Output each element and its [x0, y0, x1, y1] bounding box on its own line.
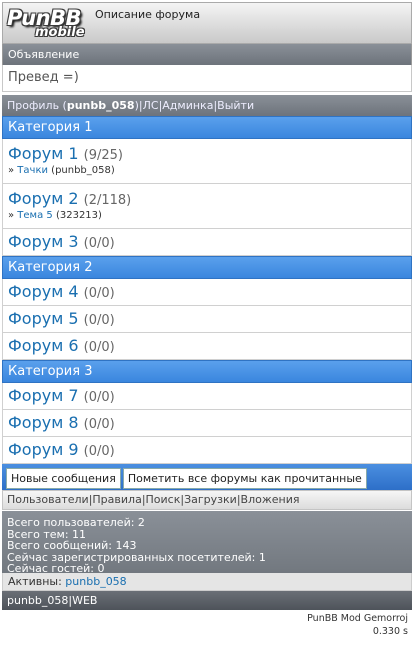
forum-count: (0/0)	[83, 236, 115, 251]
site-logo[interactable]: PunBB mobile	[7, 6, 89, 40]
downloads-link[interactable]: Загрузки	[184, 493, 237, 506]
profile-link[interactable]: Профиль (punbb_058)	[7, 99, 139, 112]
profile-label: Профиль (	[7, 99, 67, 112]
page: PunBB mobile Описание форума Объявление …	[2, 2, 412, 638]
announcement-title: Объявление	[2, 44, 412, 65]
rules-link[interactable]: Правила	[92, 493, 141, 506]
forum-link[interactable]: Форум 8	[8, 413, 79, 432]
forum-count: (0/0)	[83, 340, 115, 355]
category-header: Категория 3	[2, 360, 412, 383]
forum-link[interactable]: Форум 3	[8, 232, 79, 251]
forum-count: (2/118)	[83, 193, 132, 208]
announcement-text: Превед =)	[2, 65, 412, 92]
forum-row: Форум 2 (2/118) » Тема 5 (323213)	[2, 184, 412, 229]
forum-row: Форум 1 (9/25) » Тачки (punbb_058)	[2, 139, 412, 184]
forum-link[interactable]: Форум 6	[8, 336, 79, 355]
forum-row: Форум 5 (0/0)	[2, 306, 412, 333]
profile-bar: Профиль (punbb_058)|ЛС|Админка|Выйти	[2, 95, 412, 116]
category-header: Категория 1	[2, 116, 412, 139]
profile-username: punbb_058	[66, 99, 135, 112]
forum-row: Форум 8 (0/0)	[2, 410, 412, 437]
forum-stats: Всего пользователей: 2 Всего тем: 11 Все…	[2, 511, 412, 574]
forum-row: Форум 7 (0/0)	[2, 383, 412, 410]
pm-link[interactable]: ЛС	[143, 99, 159, 112]
forum-count: (0/0)	[83, 286, 115, 301]
forum-count: (0/0)	[83, 444, 115, 459]
logout-link[interactable]: Выйти	[217, 99, 254, 112]
active-label: Активны:	[8, 575, 66, 588]
attachments-link[interactable]: Вложения	[241, 493, 300, 506]
forum-link[interactable]: Форум 4	[8, 282, 79, 301]
forum-link[interactable]: Форум 9	[8, 440, 79, 459]
last-post-prefix: »	[8, 165, 18, 176]
active-user-link[interactable]: punbb_058	[65, 575, 126, 588]
active-users: Активны: punbb_058	[2, 573, 412, 591]
category-header: Категория 2	[2, 256, 412, 279]
footer-user-link[interactable]: punbb_058	[7, 594, 68, 607]
last-topic-link[interactable]: Тачки	[17, 165, 48, 176]
forum-link[interactable]: Форум 5	[8, 309, 79, 328]
footer-bar: punbb_058|WEB	[2, 591, 412, 610]
stat-users: Всего пользователей: 2	[7, 516, 145, 529]
forum-link[interactable]: Форум 7	[8, 386, 79, 405]
mark-all-read-button[interactable]: Пометить все форумы как прочитанные	[122, 468, 367, 489]
forum-description: Описание форума	[95, 8, 201, 21]
last-post-prefix: »	[8, 210, 18, 221]
users-link[interactable]: Пользователи	[7, 493, 89, 506]
admin-link[interactable]: Админка	[162, 99, 213, 112]
new-posts-button[interactable]: Новые сообщения	[6, 468, 121, 489]
generation-time: 0.330 s	[372, 626, 408, 637]
forum-count: (0/0)	[83, 390, 115, 405]
powered-by: PunBB Mod Gemorroj 0.330 s	[2, 612, 412, 638]
powered-text: PunBB Mod Gemorroj	[307, 613, 408, 624]
search-link[interactable]: Поиск	[146, 493, 181, 506]
logo-subtext: mobile	[35, 25, 85, 40]
forum-row: Форум 3 (0/0)	[2, 229, 412, 256]
stat-posts: Всего сообщений: 143	[7, 539, 137, 552]
forum-row: Форум 4 (0/0)	[2, 279, 412, 306]
nav-links: Пользователи|Правила|Поиск|Загрузки|Влож…	[2, 490, 412, 510]
forum-link[interactable]: Форум 1	[8, 144, 79, 163]
last-topic-link[interactable]: Тема 5	[17, 210, 52, 221]
forum-row: Форум 9 (0/0)	[2, 437, 412, 464]
header: PunBB mobile Описание форума	[2, 2, 412, 44]
last-post-info: (punbb_058)	[47, 165, 115, 176]
forum-count: (0/0)	[83, 313, 115, 328]
forum-row: Форум 6 (0/0)	[2, 333, 412, 360]
forum-count: (0/0)	[83, 417, 115, 432]
web-link[interactable]: WEB	[72, 594, 97, 607]
last-post-info: (323213)	[52, 210, 102, 221]
action-bar: Новые сообщения Пометить все форумы как п…	[2, 464, 412, 490]
forum-link[interactable]: Форум 2	[8, 189, 79, 208]
forum-count: (9/25)	[83, 148, 123, 163]
